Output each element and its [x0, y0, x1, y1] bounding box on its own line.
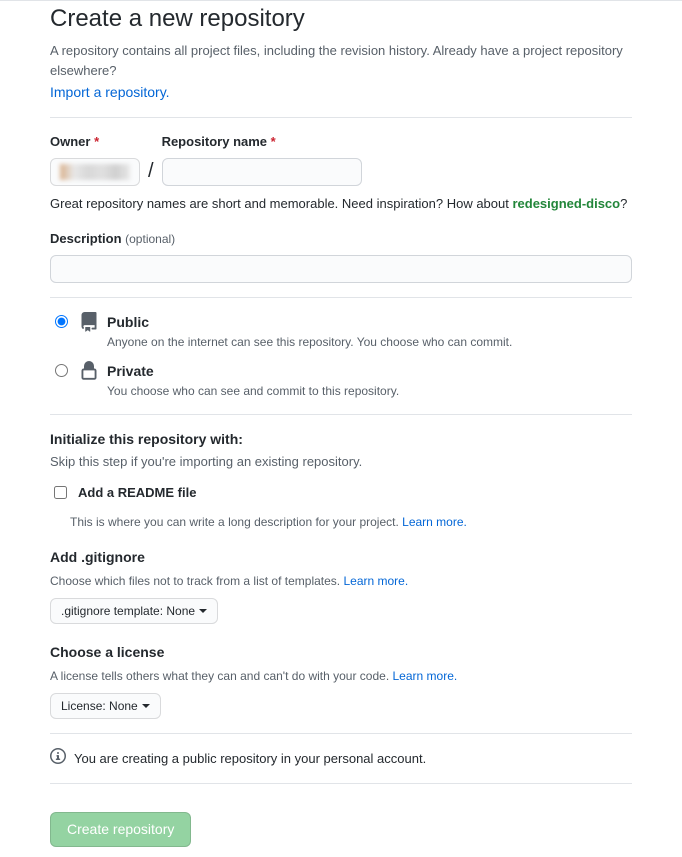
owner-label: Owner *	[50, 132, 140, 152]
lock-icon	[79, 361, 99, 381]
repo-name-hint: Great repository names are short and mem…	[50, 194, 632, 214]
gitignore-template-button[interactable]: .gitignore template: None	[50, 598, 218, 624]
license-learn-more-link[interactable]: Learn more.	[393, 669, 458, 683]
repo-name-suggestion[interactable]: redesigned-disco	[512, 196, 620, 211]
create-repository-button[interactable]: Create repository	[50, 812, 191, 847]
gitignore-desc: Choose which files not to track from a l…	[50, 572, 632, 590]
info-text: You are creating a public repository in …	[74, 749, 426, 769]
visibility-private-title: Private	[107, 361, 399, 382]
caret-down-icon	[199, 609, 207, 613]
gitignore-learn-more-link[interactable]: Learn more.	[343, 574, 408, 588]
visibility-private-radio[interactable]	[55, 364, 68, 377]
import-repository-link[interactable]: Import a repository.	[50, 84, 170, 100]
readme-learn-more-link[interactable]: Learn more.	[402, 515, 467, 529]
caret-down-icon	[142, 704, 150, 708]
visibility-public-title: Public	[107, 312, 512, 333]
license-desc: A license tells others what they can and…	[50, 667, 632, 685]
visibility-private-desc: You choose who can see and commit to thi…	[107, 382, 399, 400]
readme-label: Add a README file	[78, 483, 196, 503]
description-input[interactable]	[50, 255, 632, 283]
page-subhead: A repository contains all project files,…	[50, 41, 632, 80]
initialize-title: Initialize this repository with:	[50, 429, 632, 450]
readme-checkbox[interactable]	[54, 486, 67, 499]
license-title: Choose a license	[50, 642, 632, 663]
description-label: Description (optional)	[50, 231, 175, 246]
page-title: Create a new repository	[50, 1, 632, 37]
visibility-public-radio[interactable]	[55, 315, 68, 328]
initialize-skip-hint: Skip this step if you're importing an ex…	[50, 452, 632, 472]
license-select-button[interactable]: License: None	[50, 693, 161, 719]
repo-name-input[interactable]	[162, 158, 362, 186]
owner-select-button[interactable]	[50, 158, 140, 186]
gitignore-title: Add .gitignore	[50, 547, 632, 568]
owner-repo-separator: /	[148, 156, 154, 186]
repo-name-label: Repository name *	[162, 132, 362, 152]
info-icon	[50, 748, 66, 770]
readme-desc: This is where you can write a long descr…	[70, 513, 632, 531]
visibility-public-desc: Anyone on the internet can see this repo…	[107, 333, 512, 351]
repo-icon	[79, 312, 99, 332]
owner-avatar-blurred	[60, 164, 130, 180]
